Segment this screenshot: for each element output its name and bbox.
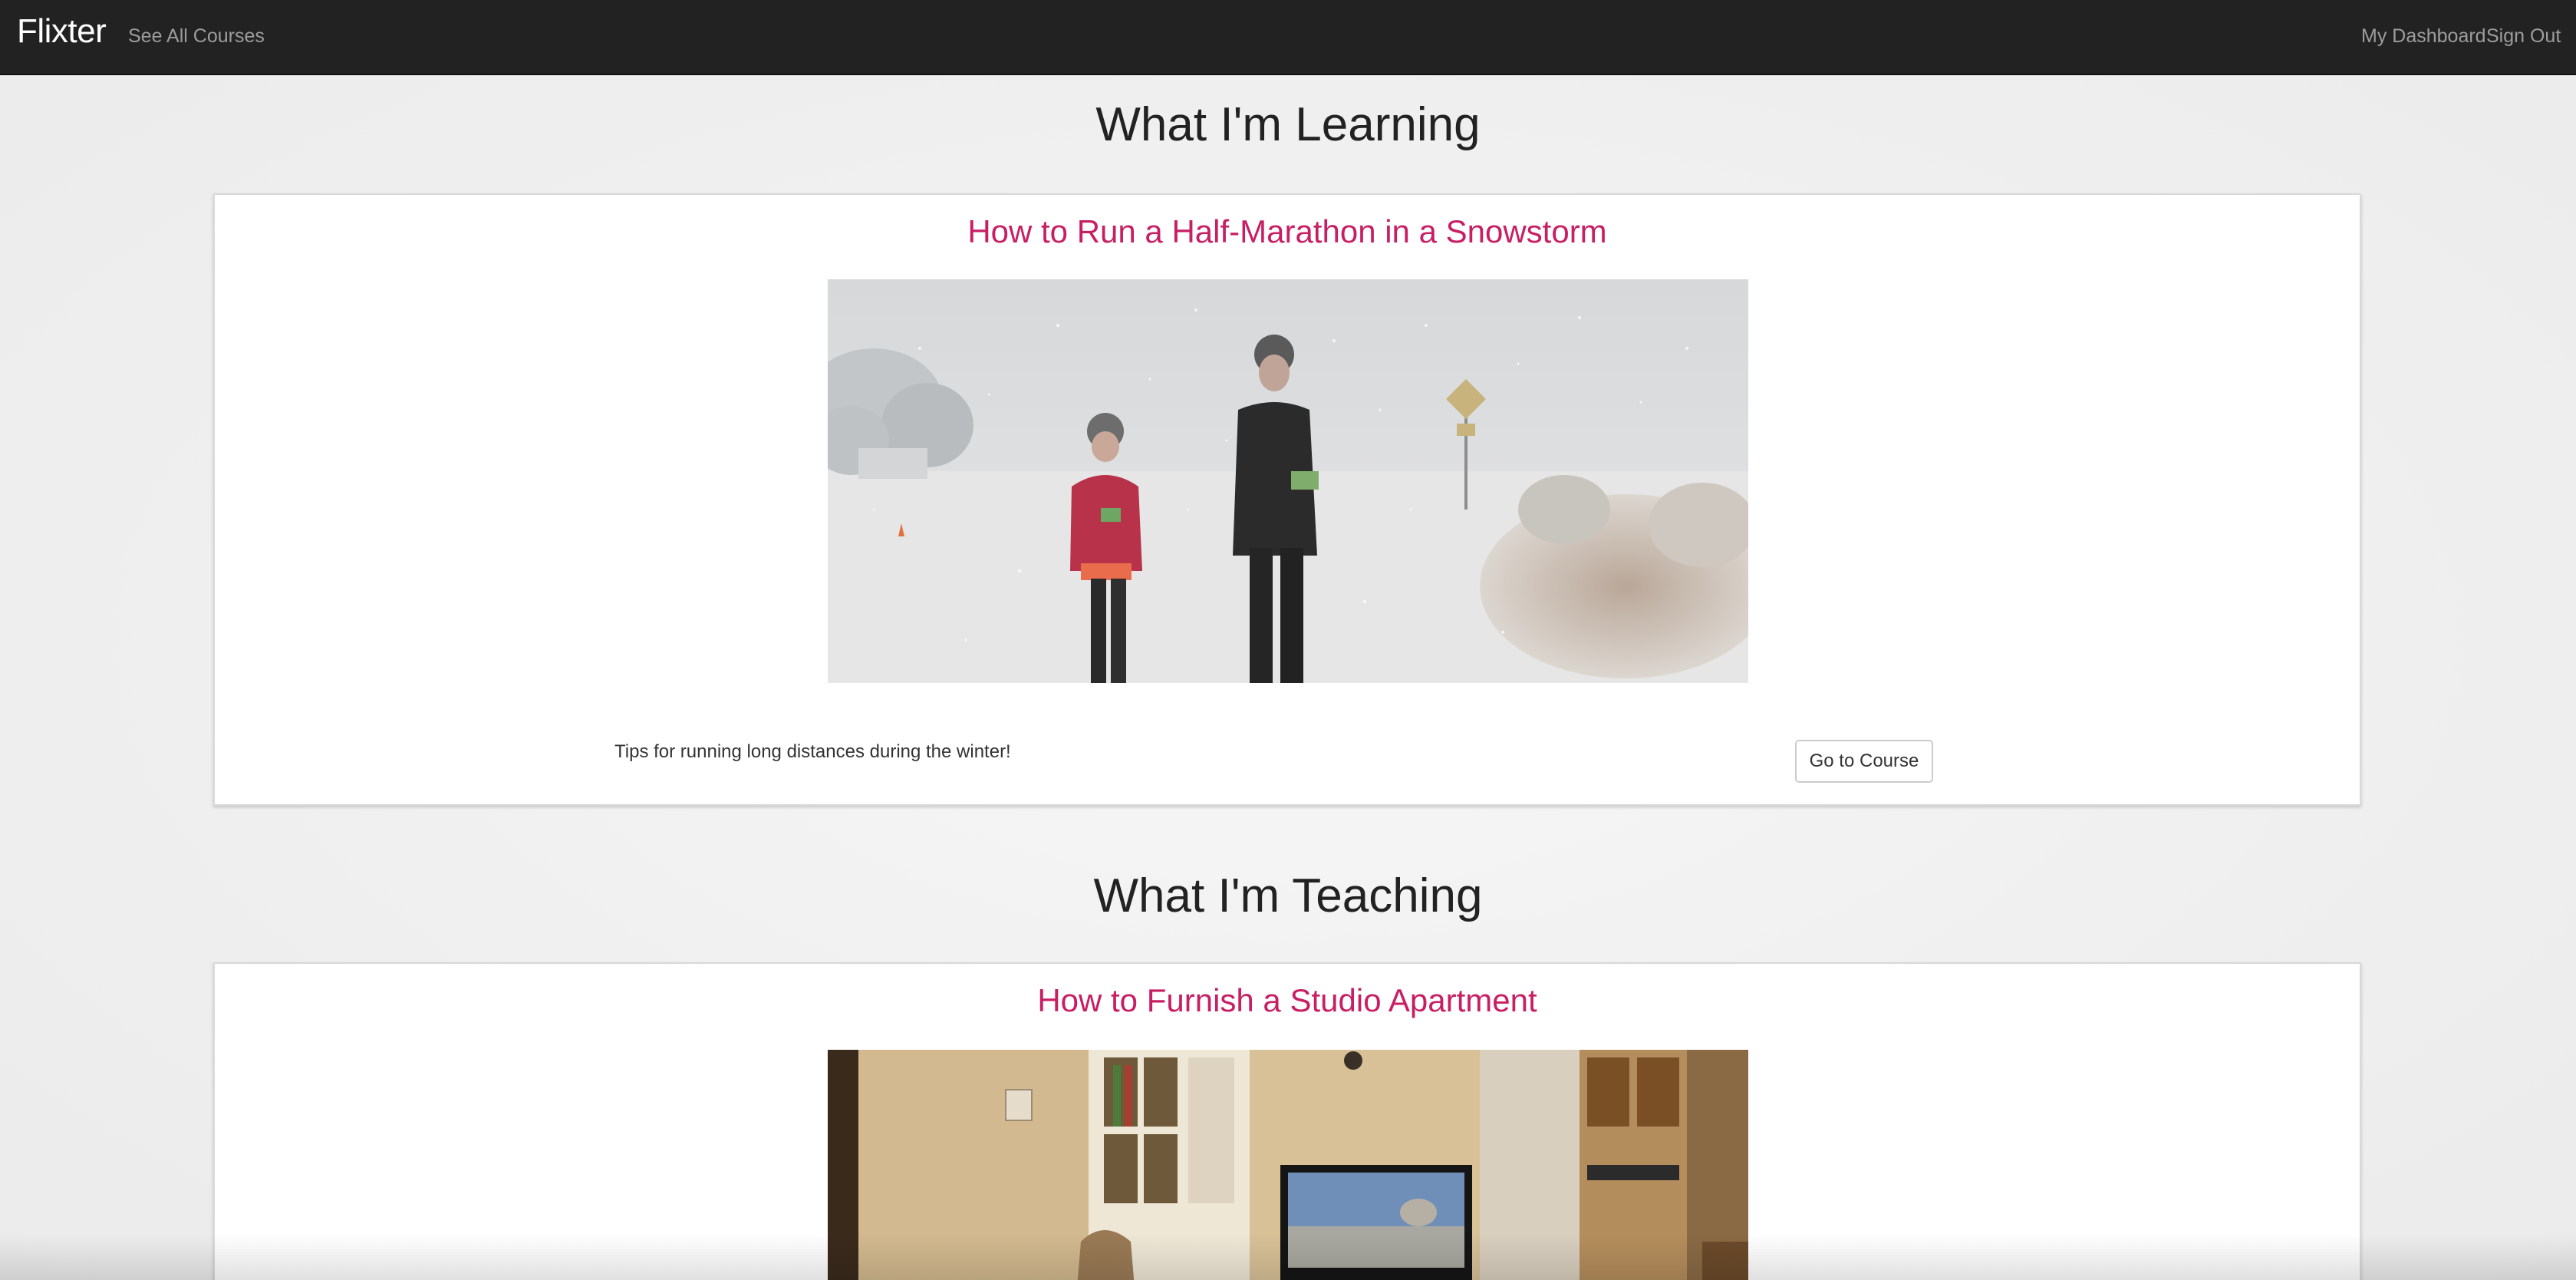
studio-apartment-photo xyxy=(828,1050,1748,1280)
learning-course-title[interactable]: How to Run a Half-Marathon in a Snowstor… xyxy=(215,213,2360,250)
nav-link-my-dashboard[interactable]: My Dashboard xyxy=(2361,25,2486,48)
top-navbar: Flixter See All Courses My Dashboard Sig… xyxy=(0,0,2576,75)
nav-link-sign-out[interactable]: Sign Out xyxy=(2486,25,2561,48)
teaching-heading: What I'm Teaching xyxy=(1093,869,1483,922)
teaching-course-image[interactable] xyxy=(828,1050,1748,1280)
snowy-run-photo xyxy=(828,279,1748,683)
learning-heading: What I'm Learning xyxy=(1095,98,1481,151)
teaching-course-title[interactable]: How to Furnish a Studio Apartment xyxy=(215,982,2360,1019)
learning-course-image[interactable] xyxy=(828,279,1748,683)
nav-link-see-all-courses[interactable]: See All Courses xyxy=(128,25,265,48)
learning-course-card: How to Run a Half-Marathon in a Snowstor… xyxy=(213,193,2361,806)
learning-course-description: Tips for running long distances during t… xyxy=(614,741,1011,762)
go-to-course-button[interactable]: Go to Course xyxy=(1795,740,1933,783)
brand-logo[interactable]: Flixter xyxy=(17,12,107,51)
teaching-course-card: How to Furnish a Studio Apartment xyxy=(213,962,2361,1280)
